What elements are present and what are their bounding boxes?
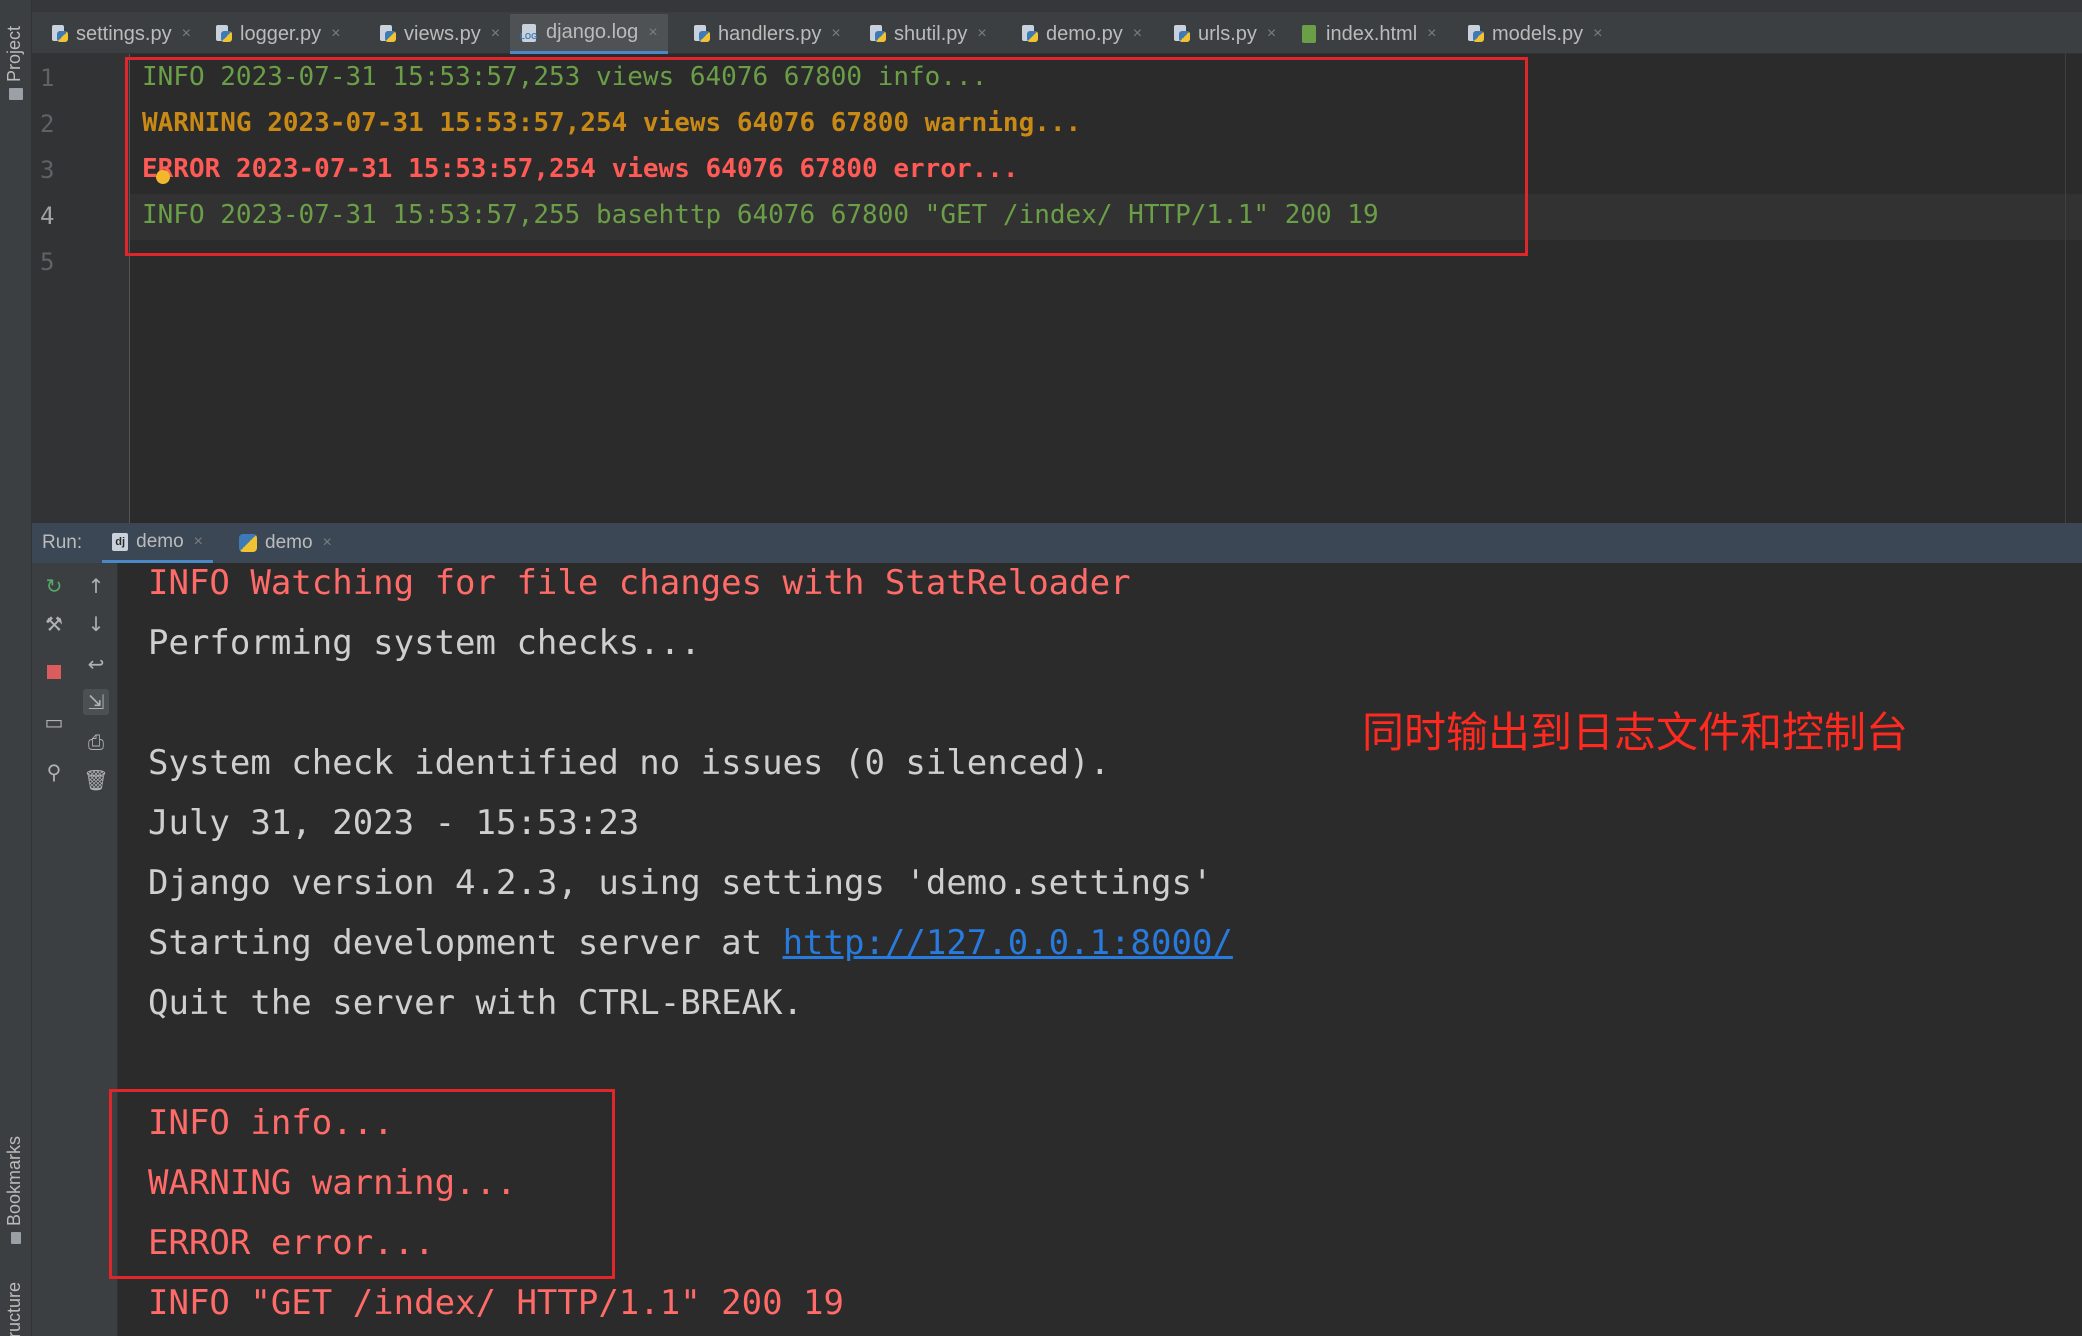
tab-shutil-py[interactable]: shutil.py ×: [858, 14, 997, 54]
server-url-link[interactable]: http://127.0.0.1:8000/: [783, 923, 1233, 963]
close-icon[interactable]: ×: [182, 25, 191, 43]
html-file-icon: [1300, 23, 1320, 45]
layout-icon[interactable]: ▭: [41, 709, 67, 735]
trash-icon[interactable]: 🗑: [83, 767, 109, 793]
tab-label: urls.py: [1198, 22, 1257, 45]
scroll-to-end-icon[interactable]: ⇲: [83, 689, 109, 715]
console-line: INFO Watching for file changes with Stat…: [148, 563, 1131, 603]
annotation-text: 同时输出到日志文件和控制台: [1362, 708, 1909, 757]
close-icon[interactable]: ×: [331, 25, 340, 43]
tab-views-py[interactable]: views.py ×: [368, 14, 510, 54]
tab-label: django.log: [546, 21, 639, 43]
run-tab-label: demo: [136, 530, 184, 552]
line-number: 1: [40, 64, 55, 92]
bookmarks-tool-label[interactable]: Bookmarks: [4, 1136, 25, 1226]
editor-scrollbar[interactable]: [2065, 54, 2066, 523]
stop-icon[interactable]: [41, 659, 67, 685]
tab-django-log[interactable]: django.log ×: [510, 14, 668, 54]
close-icon[interactable]: ×: [323, 534, 332, 552]
close-icon[interactable]: ×: [977, 25, 986, 43]
tab-settings-py[interactable]: settings.py ×: [40, 14, 201, 54]
folder-icon: [9, 88, 23, 100]
console-line: Performing system checks...: [148, 623, 701, 663]
run-tab-demo-python[interactable]: demo ×: [229, 523, 342, 563]
tab-label: handlers.py: [718, 22, 822, 45]
soft-wrap-icon[interactable]: ↩: [83, 651, 109, 677]
arrow-down-icon[interactable]: ↓: [83, 611, 109, 637]
console-line: July 31, 2023 - 15:53:23: [148, 803, 640, 843]
close-icon[interactable]: ×: [1267, 25, 1276, 43]
arrow-up-icon[interactable]: ↑: [83, 573, 109, 599]
line-number: 4: [40, 202, 55, 230]
run-label: Run:: [42, 532, 83, 553]
rerun-icon[interactable]: ↻: [41, 573, 67, 599]
close-icon[interactable]: ×: [491, 25, 500, 43]
django-icon: dj: [112, 532, 129, 551]
python-file-icon: [868, 23, 888, 45]
console-line-server: Starting development server at http://12…: [148, 923, 1233, 963]
console-line: Quit the server with CTRL-BREAK.: [148, 983, 804, 1023]
run-tab-demo-django[interactable]: dj demo ×: [102, 523, 214, 563]
close-icon[interactable]: ×: [1593, 25, 1602, 43]
python-file-icon: [1172, 23, 1192, 45]
line-number: 2: [40, 110, 55, 138]
tab-handlers-py[interactable]: handlers.py ×: [682, 14, 851, 54]
tab-label: index.html: [1326, 22, 1418, 45]
log-editor[interactable]: 1 2 3 4 5 INFO 2023-07-31 15:53:57,253 v…: [32, 54, 2082, 523]
console-line-request: INFO "GET /index/ HTTP/1.1" 200 19: [148, 1283, 844, 1323]
highlight-box: [125, 57, 1528, 256]
tab-label: views.py: [404, 22, 481, 45]
python-file-icon: [214, 23, 234, 45]
python-file-icon: [50, 23, 70, 45]
tab-label: settings.py: [76, 22, 172, 45]
line-number: 5: [40, 248, 55, 276]
print-icon[interactable]: ⎙: [83, 729, 109, 755]
console-line: Django version 4.2.3, using settings 'de…: [148, 863, 1213, 903]
python-file-icon: [378, 23, 398, 45]
wrench-icon[interactable]: ⚒: [41, 611, 67, 637]
close-icon[interactable]: ×: [831, 25, 840, 43]
python-file-icon: [1020, 23, 1040, 45]
run-tab-label: demo: [265, 532, 313, 553]
left-tool-strip: Project Bookmarks ructure: [0, 0, 32, 1336]
close-icon[interactable]: ×: [1427, 25, 1436, 43]
log-file-icon: [520, 22, 540, 44]
tab-label: demo.py: [1046, 22, 1123, 45]
tab-models-py[interactable]: models.py ×: [1456, 14, 1613, 54]
editor-tab-bar: settings.py × logger.py × views.py × django…: [32, 0, 2082, 54]
project-tool-label[interactable]: Project: [4, 26, 25, 82]
structure-tool-label[interactable]: ructure: [4, 1282, 25, 1336]
line-number: 3: [40, 156, 55, 184]
console-line: System check identified no issues (0 sil…: [148, 743, 1111, 783]
tab-label: shutil.py: [894, 22, 968, 45]
run-toolbar: ↻ ⚒ ▭ ⚲ ↑ ↓ ↩ ⇲ ⎙ 🗑: [32, 563, 118, 1336]
pin-icon[interactable]: ⚲: [41, 759, 67, 785]
close-icon[interactable]: ×: [194, 533, 203, 551]
close-icon[interactable]: ×: [648, 24, 657, 42]
tab-label: models.py: [1492, 22, 1584, 45]
close-icon[interactable]: ×: [1133, 25, 1142, 43]
toolbar-strip: [32, 0, 2082, 12]
highlight-box: [109, 1089, 615, 1279]
tab-label: logger.py: [240, 22, 322, 45]
tab-demo-py[interactable]: demo.py ×: [1010, 14, 1152, 54]
bookmark-icon: [11, 1232, 21, 1244]
tab-logger-py[interactable]: logger.py ×: [204, 14, 351, 54]
tab-urls-py[interactable]: urls.py ×: [1162, 14, 1286, 54]
run-console[interactable]: INFO Watching for file changes with Stat…: [109, 563, 2082, 1336]
run-panel-header: Run: dj demo × demo ×: [32, 523, 2082, 563]
python-file-icon: [692, 23, 712, 45]
tab-index-html[interactable]: index.html ×: [1290, 14, 1447, 54]
server-start-text: Starting development server at: [148, 923, 783, 963]
python-file-icon: [1466, 23, 1486, 45]
python-icon: [239, 534, 258, 552]
